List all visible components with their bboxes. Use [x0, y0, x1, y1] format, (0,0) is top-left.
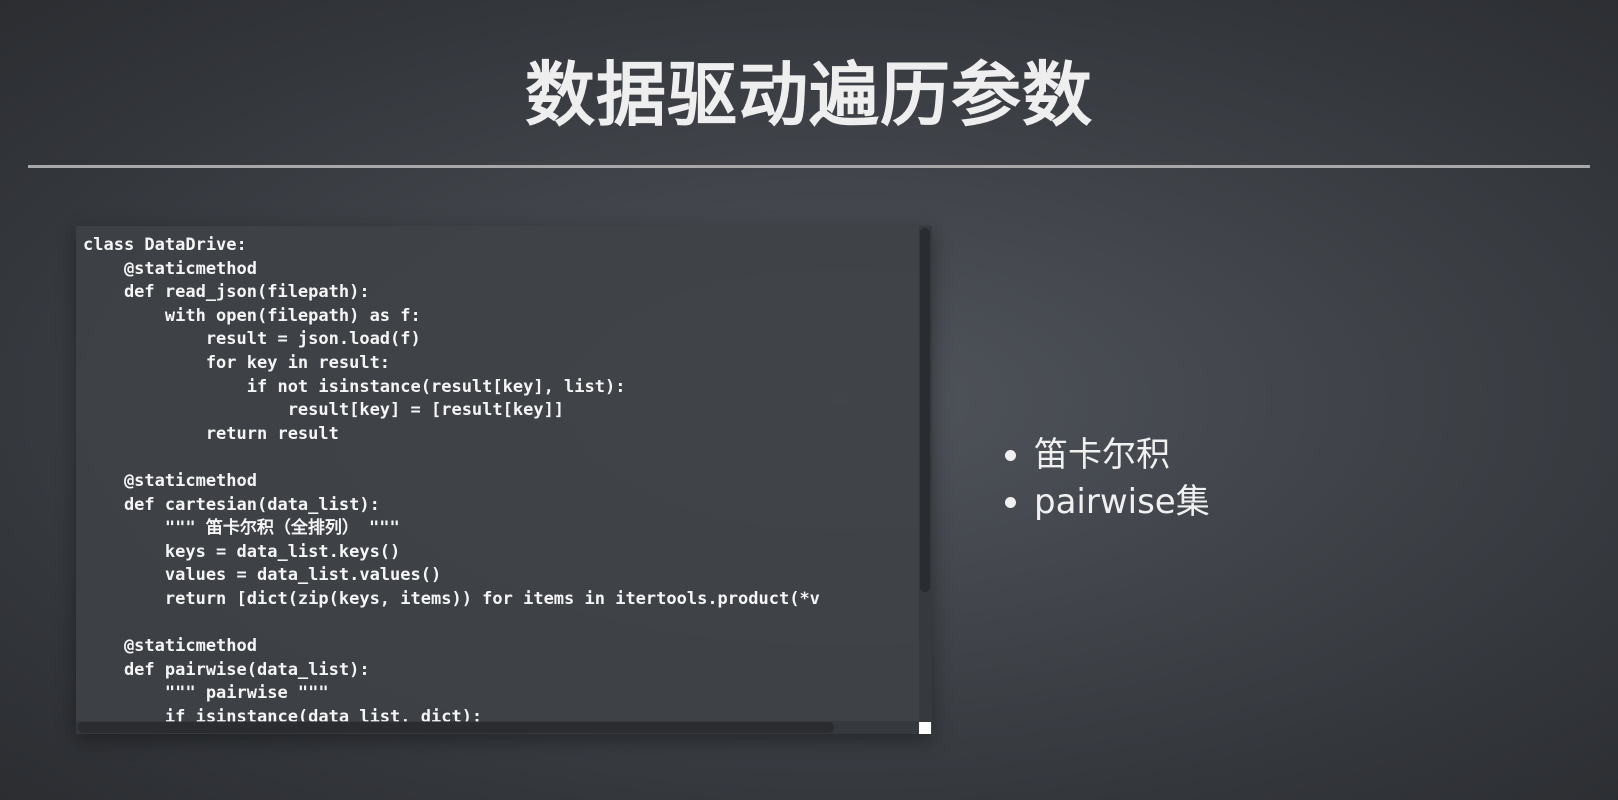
bullet-label: 笛卡尔积: [1034, 435, 1170, 475]
vertical-scrollbar-thumb[interactable]: [920, 228, 930, 592]
code-line: for key in result:: [83, 352, 391, 373]
code-line: @staticmethod: [83, 636, 257, 657]
code-line: if not isinstance(result[key], list):: [83, 376, 626, 397]
vertical-scrollbar[interactable]: [919, 226, 932, 723]
code-line: with open(filepath) as f:: [83, 305, 421, 326]
code-line: keys = data_list.keys(): [83, 541, 401, 562]
code-line: values = data_list.values(): [83, 565, 442, 586]
code-line: class DataDrive:: [83, 235, 247, 255]
horizontal-scrollbar-thumb[interactable]: [78, 722, 834, 733]
bullet-list: 笛卡尔积 pairwise集: [1000, 432, 1210, 526]
bullet-item-cartesian: 笛卡尔积: [1000, 432, 1210, 479]
code-line: result[key] = [result[key]]: [83, 400, 565, 421]
bullet-dot-icon: [1005, 450, 1016, 461]
title-divider: [28, 165, 1590, 168]
code-line: @staticmethod: [83, 470, 257, 491]
code-line: def read_json(filepath):: [83, 282, 370, 303]
code-block: class DataDrive: @staticmethod def read_…: [76, 226, 919, 723]
code-line: def cartesian(data_list):: [83, 494, 380, 515]
code-line: return result: [83, 423, 339, 444]
code-viewport[interactable]: class DataDrive: @staticmethod def read_…: [76, 226, 919, 723]
bullet-dot-icon: [1005, 497, 1016, 508]
code-line: return [dict(zip(keys, items)) for items…: [83, 588, 820, 609]
bullet-item-pairwise: pairwise集: [1000, 479, 1210, 526]
bullet-label: pairwise集: [1034, 482, 1210, 522]
code-line: """ pairwise """: [83, 683, 329, 704]
slide-title: 数据驱动遍历参数: [525, 54, 1093, 136]
code-line: @staticmethod: [83, 258, 257, 279]
horizontal-scrollbar[interactable]: [76, 721, 919, 734]
code-line: """ 笛卡尔积（全排列） """: [83, 518, 400, 539]
code-line: result = json.load(f): [83, 329, 421, 350]
code-line: def pairwise(data_list):: [83, 659, 370, 680]
resize-handle[interactable]: [919, 722, 931, 734]
code-panel[interactable]: class DataDrive: @staticmethod def read_…: [76, 226, 932, 734]
